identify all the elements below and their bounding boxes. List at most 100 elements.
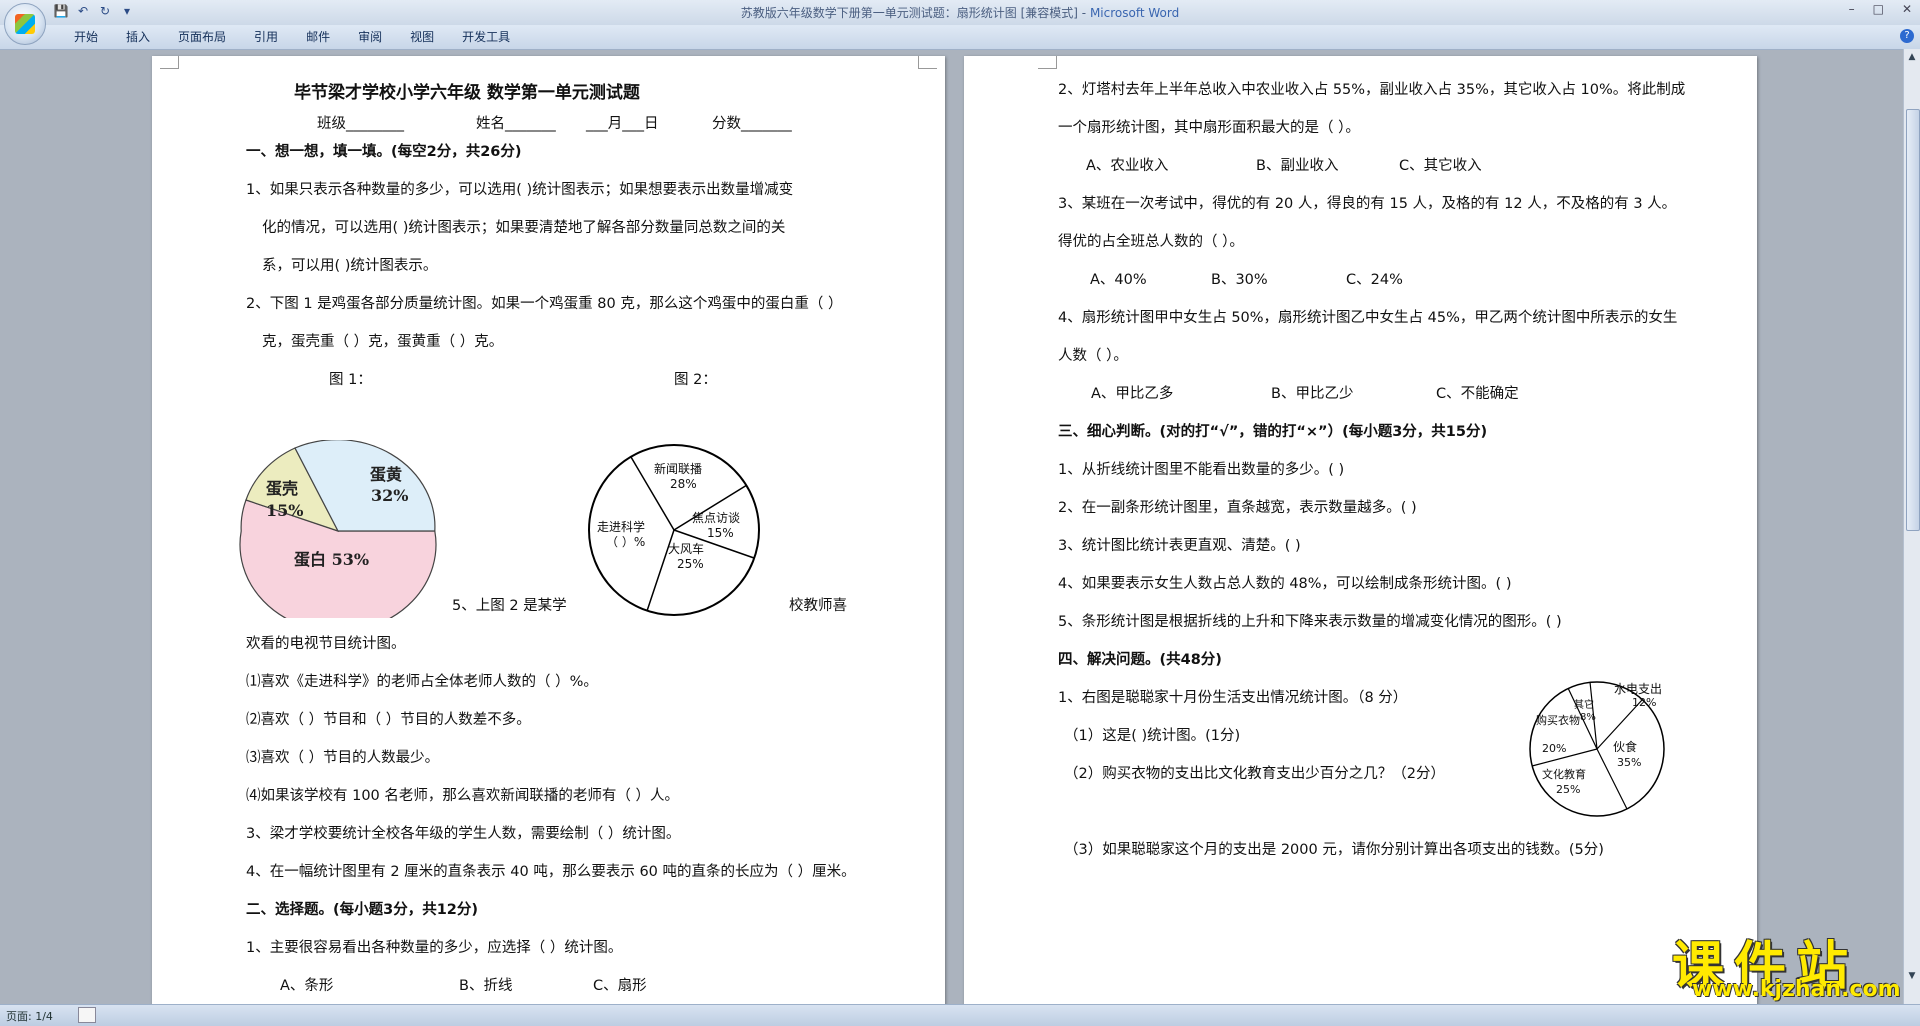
question-line: 1、如果只表示各种数量的多少，可以选用( )统计图表示；如果想要表示出数量增减变	[246, 182, 794, 198]
help-icon[interactable]: ?	[1900, 29, 1914, 43]
question-line: 化的情况，可以选用( )统计图表示；如果要清楚地了解各部分数量同总数之间的关	[262, 220, 786, 236]
question-line: 5、条形统计图是根据折线的上升和下降来表示数量的增减变化情况的图形。( )	[1058, 614, 1562, 630]
tab-page-layout[interactable]: 页面布局	[164, 29, 240, 45]
question-line: 3、梁才学校要统计全校各年级的学生人数，需要绘制（ ）统计图。	[246, 826, 681, 842]
choice-b: B、30%	[1211, 272, 1268, 288]
question-line: 5、上图 2 是某学	[452, 598, 567, 614]
question-line: 一个扇形统计图，其中扇形面积最大的是（ ）。	[1058, 120, 1360, 136]
choice-c: C、扇形	[593, 978, 647, 994]
exam-title: 毕节梁才学校小学六年级 数学第一单元测试题	[294, 83, 640, 103]
scroll-thumb[interactable]	[1906, 109, 1920, 531]
watermark-url: www.kjzhan.com	[1692, 977, 1901, 1002]
info-date: ___月___日	[586, 116, 659, 132]
pie-label-white: 蛋白 53%	[294, 550, 369, 569]
choice-c: C、不能确定	[1436, 386, 1519, 402]
page-indicator[interactable]: 页面: 1/4	[6, 1008, 53, 1024]
office-button[interactable]	[4, 3, 46, 45]
document-page-2: 2、灯塔村去年上半年总收入中农业收入占 55%，副业收入占 35%，其它收入占 …	[964, 56, 1757, 1006]
scroll-up-icon[interactable]: ▲	[1906, 51, 1918, 63]
vertical-scrollbar[interactable]: ▲ ▼	[1903, 49, 1920, 1004]
question-line: 3、某班在一次考试中，得优的有 20 人，得良的有 15 人，及格的有 12 人…	[1058, 196, 1677, 212]
question-line: 人数（ ）。	[1058, 348, 1128, 364]
pie-label-food: 伙食	[1613, 739, 1637, 754]
info-name: 姓名_______	[476, 116, 556, 132]
question-line: （1）这是( )统计图。(1分)	[1064, 728, 1241, 744]
tab-developer[interactable]: 开发工具	[448, 29, 524, 45]
pie-value-focus: 15%	[707, 526, 734, 540]
question-line: 1、主要很容易看出各种数量的多少，应选择（ ）统计图。	[246, 940, 623, 956]
question-line: 2、在一副条形统计图里，直条越宽，表示数量越多。( )	[1058, 500, 1417, 516]
pie-label-shell: 蛋壳	[266, 479, 298, 498]
choice-c: C、其它收入	[1399, 158, 1482, 174]
tab-review[interactable]: 审阅	[344, 29, 396, 45]
section-heading: 四、解决问题。(共48分)	[1058, 652, 1222, 668]
tab-home[interactable]: 开始	[60, 29, 112, 45]
pie-label-cartoon: 大风车	[668, 541, 704, 556]
info-class: 班级________	[317, 116, 404, 132]
question-line: 校教师喜	[789, 598, 847, 614]
tab-references[interactable]: 引用	[240, 29, 292, 45]
pie-value-food: 35%	[1617, 756, 1641, 769]
close-icon[interactable]: ✕	[1902, 2, 1912, 16]
pie-label-yolk: 蛋黄	[370, 465, 402, 484]
tab-insert[interactable]: 插入	[112, 29, 164, 45]
choice-a: A、甲比乙多	[1091, 386, 1174, 402]
pie-value-clothing: 20%	[1542, 742, 1566, 755]
pie-label-focus: 焦点访谈	[692, 511, 740, 525]
pie-value-other: 8%	[1580, 712, 1596, 723]
pie-value-utilities: 12%	[1632, 696, 1657, 709]
pie-label-other: 其它	[1574, 698, 1594, 711]
question-line: ⑷如果该学校有 100 名老师，那么喜欢新闻联播的老师有（ ）人。	[246, 788, 680, 804]
question-line: （3）如果聪聪家这个月的支出是 2000 元，请你分别计算出各项支出的钱数。(5…	[1064, 842, 1604, 858]
tv-pie-chart: 新闻联播 28% 焦点访谈 15% 大风车 25% 走进科学 （ ）%	[588, 444, 760, 616]
tab-view[interactable]: 视图	[396, 29, 448, 45]
question-line: 4、如果要表示女生人数占总人数的 48%，可以绘制成条形统计图。( )	[1058, 576, 1512, 592]
minimize-icon[interactable]: –	[1849, 2, 1855, 16]
ribbon-tabs: 开始 插入 页面布局 引用 邮件 审阅 视图 开发工具	[60, 29, 524, 45]
question-line: 2、下图 1 是鸡蛋各部分质量统计图。如果一个鸡蛋重 80 克，那么这个鸡蛋中的…	[246, 296, 843, 312]
document-page-1: 毕节梁才学校小学六年级 数学第一单元测试题 班级________ 姓名_____…	[152, 56, 945, 1006]
app-name: Microsoft Word	[1089, 6, 1180, 20]
pie-value-education: 25%	[1556, 783, 1580, 796]
figure-label: 图 2：	[674, 372, 717, 388]
choice-a: A、条形	[280, 978, 334, 994]
restore-icon[interactable]: □	[1873, 2, 1884, 16]
pie-value-cartoon: 25%	[677, 557, 704, 571]
proofing-icon[interactable]	[78, 1007, 96, 1023]
crop-mark	[160, 56, 179, 69]
pie-value-shell: 15%	[266, 501, 303, 520]
office-logo-icon	[15, 14, 35, 34]
question-line: （2）购买衣物的支出比文化教育支出少百分之几？（2分）	[1064, 766, 1445, 782]
window-title: 苏教版六年级数学下册第一单元测试题：扇形统计图 [兼容模式] - Microso…	[740, 6, 1180, 20]
question-line: 系，可以用( )统计图表示。	[262, 258, 438, 274]
tab-mailings[interactable]: 邮件	[292, 29, 344, 45]
pie-label-science: 走进科学	[597, 519, 645, 534]
question-line: ⑴喜欢《走进科学》的老师占全体老师人数的（ ）%。	[246, 674, 598, 690]
choice-c: C、24%	[1346, 272, 1403, 288]
question-line: 克，蛋壳重（ ）克，蛋黄重（ ）克。	[262, 334, 504, 350]
pie-label-education: 文化教育	[1542, 767, 1586, 781]
egg-pie-chart: 蛋黄 32% 蛋壳 15% 蛋白 53%	[239, 440, 437, 618]
figure-label: 图 1：	[329, 372, 372, 388]
choice-b: B、折线	[459, 978, 513, 994]
question-line: 2、灯塔村去年上半年总收入中农业收入占 55%，副业收入占 35%，其它收入占 …	[1058, 82, 1686, 98]
choice-a: A、40%	[1090, 272, 1147, 288]
pie-value-science: （ ）%	[606, 535, 645, 549]
pie-label-utilities: 水电支出	[1614, 682, 1663, 696]
title-bar: 💾 ↶ ↻ ▾ 苏教版六年级数学下册第一单元测试题：扇形统计图 [兼容模式] -…	[0, 0, 1920, 25]
status-bar: 页面: 1/4	[0, 1004, 1920, 1026]
scroll-down-icon[interactable]: ▼	[1906, 970, 1918, 982]
section-heading: 三、细心判断。(对的打“√”，错的打“×”）(每小题3分，共15分)	[1058, 424, 1488, 440]
crop-mark	[1038, 56, 1057, 69]
pie-value-yolk: 32%	[371, 486, 408, 505]
question-line: 4、扇形统计图甲中女生占 50%，扇形统计图乙中女生占 45%，甲乙两个统计图中…	[1058, 310, 1678, 326]
ribbon: 开始 插入 页面布局 引用 邮件 审阅 视图 开发工具 ?	[0, 25, 1920, 50]
info-score: 分数_______	[712, 116, 792, 132]
choice-b: B、甲比乙少	[1271, 386, 1354, 402]
question-line: 3、统计图比统计表更直观、清楚。( )	[1058, 538, 1301, 554]
crop-mark	[918, 56, 937, 69]
pie-label-news: 新闻联播	[654, 461, 702, 476]
question-line: 4、在一幅统计图里有 2 厘米的直条表示 40 吨，那么要表示 60 吨的直条的…	[246, 864, 856, 880]
window-controls: – □ ✕	[1849, 2, 1912, 16]
question-line: 1、从折线统计图里不能看出数量的多少。( )	[1058, 462, 1345, 478]
